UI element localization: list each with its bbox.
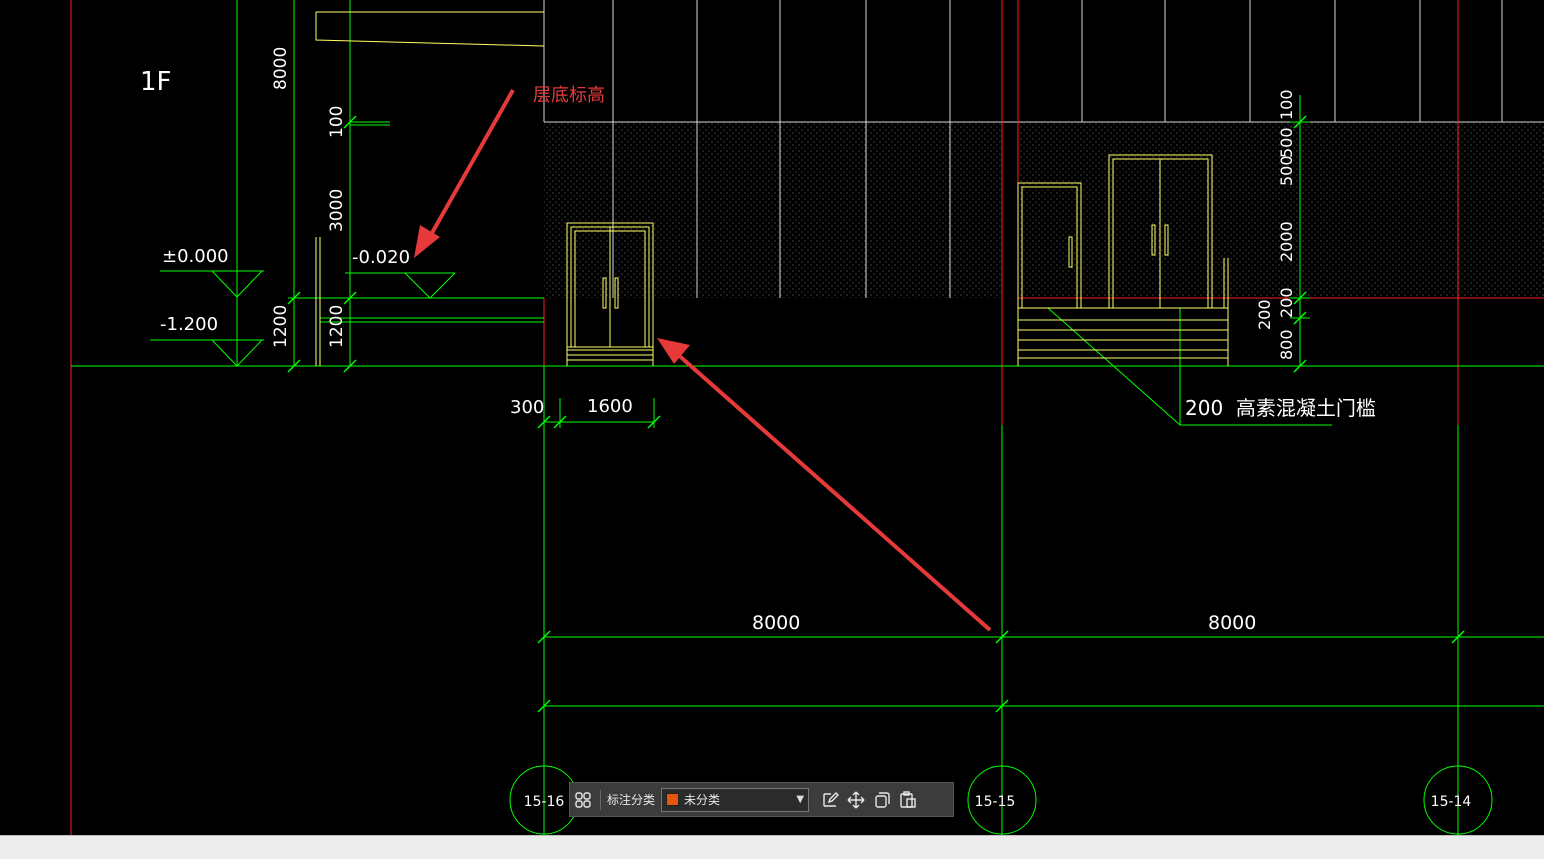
chevron-down-icon: ▼ <box>796 794 805 805</box>
dim-100-vertical: 100 <box>327 106 347 138</box>
edit-icon[interactable] <box>817 787 843 813</box>
category-color-swatch <box>666 793 680 806</box>
cad-drawing-canvas[interactable]: 1F 层底标高 ±0.000 -1.200 -0.020 8000 100 30… <box>0 0 1544 835</box>
category-dropdown-value: 未分类 <box>684 793 721 807</box>
dim-right-500a: 500 <box>1277 127 1296 158</box>
category-dropdown[interactable]: 未分类 ▼ <box>661 787 810 812</box>
annotation-floor-base-elevation: 层底标高 <box>533 85 605 106</box>
elevation-zero: ±0.000 <box>162 246 229 267</box>
layout-grid-icon[interactable] <box>570 787 596 813</box>
annotation-toolbar: 标注分类 未分类 ▼ <box>569 782 954 817</box>
dim-right-100: 100 <box>1277 89 1296 120</box>
dim-8000-vertical: 8000 <box>271 47 291 90</box>
axis-label-15-16: 15-16 <box>524 794 565 810</box>
dim-3000-vertical: 3000 <box>327 189 347 232</box>
axis-label-15-14: 15-14 <box>1431 794 1472 810</box>
toolbar-separator <box>600 789 601 810</box>
dim-span-left-8000: 8000 <box>752 612 800 634</box>
copy-icon[interactable] <box>869 787 895 813</box>
dim-right-200b: 200 <box>1277 287 1296 318</box>
dim-span-right-8000: 8000 <box>1208 612 1256 634</box>
dim-right-500b: 500 <box>1277 155 1296 186</box>
dim-1200-vertical-b: 1200 <box>327 305 347 348</box>
floor-label: 1F <box>140 67 172 97</box>
dim-right-800: 800 <box>1277 329 1296 360</box>
status-bar <box>0 835 1544 859</box>
elevation-minus-1200: -1.200 <box>160 314 218 335</box>
move-icon[interactable] <box>843 787 869 813</box>
threshold-note: 200 高素混凝土门槛 <box>1185 396 1376 420</box>
axis-label-15-15: 15-15 <box>975 794 1016 810</box>
paste-icon[interactable] <box>895 787 921 813</box>
dim-right-2000: 2000 <box>1277 221 1296 262</box>
dim-1200-vertical-a: 1200 <box>271 305 291 348</box>
category-label: 标注分类 <box>607 793 656 807</box>
dim-right-200a: 200 <box>1255 299 1274 330</box>
elevation-minus-0020: -0.020 <box>352 247 410 268</box>
dim-300: 300 <box>510 397 544 418</box>
dim-1600: 1600 <box>587 396 633 417</box>
